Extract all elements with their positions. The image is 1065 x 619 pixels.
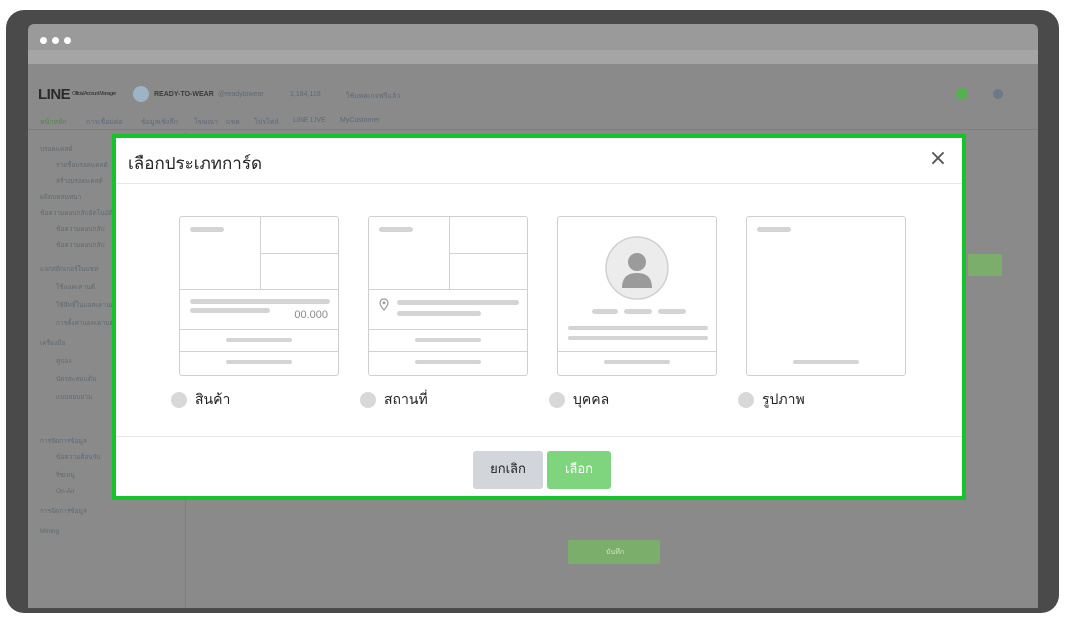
user-status-icon[interactable]: [956, 88, 968, 100]
account-id: @readytowear: [218, 91, 264, 98]
account-avatar[interactable]: [133, 86, 149, 102]
sidebar-item[interactable]: ข้อความตอบกลับ: [56, 240, 105, 250]
radio-label: รูปภาพ: [762, 392, 805, 408]
nav-tab-mycustomer[interactable]: MyCustomer: [340, 117, 380, 124]
radio-label: สินค้า: [195, 392, 231, 408]
radio-option-location[interactable]: สถานที่: [360, 388, 428, 412]
radio-button-icon[interactable]: [549, 392, 565, 408]
address-bar: [28, 50, 1038, 64]
background-save-button[interactable]: บันทึก: [568, 540, 660, 564]
sidebar-item[interactable]: แจกสติกเกอร์ในแชท: [40, 264, 98, 274]
sidebar-item[interactable]: ใช้แอคเคานต์: [56, 282, 95, 292]
sidebar-item[interactable]: ริชเมนู: [56, 470, 75, 480]
nav-tab-profile[interactable]: โปรไฟล์: [254, 117, 279, 128]
background-action-button[interactable]: [968, 254, 1002, 276]
select-card-type-modal: เลือกประเภทการ์ด × 00.000 สินค้า สถานที่…: [112, 134, 966, 500]
nav-tab-home[interactable]: หน้าหลัก: [40, 117, 66, 128]
settings-icon[interactable]: [993, 89, 1003, 99]
card-preview-location[interactable]: [368, 216, 528, 376]
window-dot-icon[interactable]: [40, 37, 47, 44]
nav-tab-ads[interactable]: โฆษณา: [194, 117, 218, 128]
window-dot-icon[interactable]: [52, 37, 59, 44]
modal-header: เลือกประเภทการ์ด ×: [116, 138, 962, 184]
nav-tab-insights[interactable]: ข้อมูลเชิงลึก: [141, 117, 178, 128]
account-name[interactable]: READY-TO-WEAR: [154, 91, 214, 98]
radio-label: บุคคล: [573, 392, 610, 408]
modal-footer: ยกเลิก เลือก: [116, 436, 962, 500]
nav-tab-chat[interactable]: แชต: [226, 117, 240, 128]
person-avatar-icon: [605, 236, 669, 300]
card-preview-image[interactable]: [746, 216, 906, 376]
sidebar-item[interactable]: บรอดแคสต์: [40, 144, 72, 154]
sidebar-item[interactable]: บัตรสะสมแต้ม: [56, 374, 96, 384]
window-dot-icon[interactable]: [64, 37, 71, 44]
card-preview-person[interactable]: [557, 216, 717, 376]
radio-option-product[interactable]: สินค้า: [171, 388, 230, 412]
sidebar-item[interactable]: Mining: [40, 528, 59, 535]
header-friend-count: 1,184,118: [290, 91, 321, 98]
sidebar-item[interactable]: การจัดการข้อมูล: [40, 506, 87, 516]
card-price-text: 00.000: [294, 309, 328, 321]
sidebar-item[interactable]: การตั้งค่าแอคเคานต์: [56, 318, 114, 328]
sidebar-item[interactable]: On-Air: [56, 488, 75, 495]
radio-button-icon[interactable]: [738, 392, 754, 408]
card-preview-product[interactable]: 00.000: [179, 216, 339, 376]
sidebar-item[interactable]: การจัดการข้อมูล: [40, 436, 87, 446]
sidebar-item[interactable]: ผลิตบทสนทนา: [40, 192, 81, 202]
radio-option-person[interactable]: บุคคล: [549, 388, 609, 412]
nav-tab-connection[interactable]: การเชื่อมต่อ: [86, 117, 123, 128]
radio-option-image[interactable]: รูปภาพ: [738, 388, 805, 412]
sidebar-item[interactable]: ข้อความตอบกลับอัตโนมัติ: [40, 208, 113, 218]
radio-button-icon[interactable]: [171, 392, 187, 408]
sidebar-item[interactable]: แบบสอบถาม: [56, 392, 92, 402]
sidebar-item[interactable]: รายชื่อบรอดแคสต์: [56, 160, 108, 170]
top-nav: หน้าหลัก การเชื่อมต่อ ข้อมูลเชิงลึก โฆษณ…: [28, 110, 1038, 130]
sidebar-item[interactable]: ใช้สิทธิ์ในแอคเคานต์: [56, 300, 115, 310]
sidebar-item[interactable]: ข้อความตอบกลับ: [56, 224, 105, 234]
nav-tab-line-live[interactable]: LINE LIVE: [293, 117, 326, 124]
sidebar-item[interactable]: เครื่องมือ: [40, 338, 65, 348]
line-logo: LINE Official Account Manager: [38, 86, 116, 103]
sidebar-item[interactable]: สร้างบรอดแคสต์: [56, 176, 103, 186]
sidebar-item[interactable]: ข้อความต้อนรับ: [56, 452, 100, 462]
radio-label: สถานที่: [384, 392, 428, 408]
cancel-button[interactable]: ยกเลิก: [473, 451, 543, 489]
modal-title: เลือกประเภทการ์ด: [128, 154, 263, 174]
radio-button-icon[interactable]: [360, 392, 376, 408]
sidebar-item[interactable]: คูปอง: [56, 356, 72, 366]
select-button[interactable]: เลือก: [547, 451, 611, 489]
location-pin-icon: [379, 298, 389, 311]
header-plan: ใช้แพคเกจฟรีแล้ว: [346, 93, 401, 100]
close-icon[interactable]: ×: [928, 148, 948, 170]
